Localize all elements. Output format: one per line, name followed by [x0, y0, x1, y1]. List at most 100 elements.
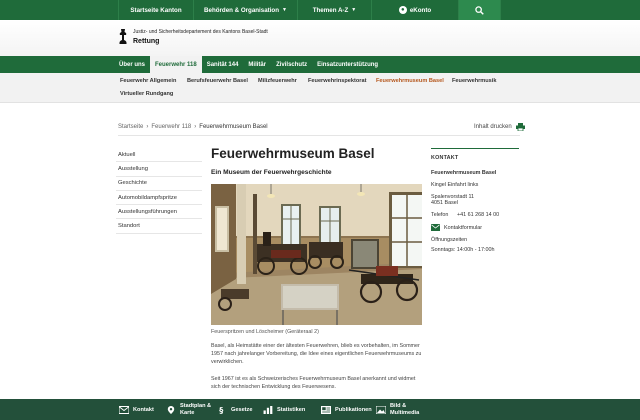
sidebar-item-label: Automobildampfspritze	[118, 194, 177, 201]
sidebar-item-automobildampfspritze[interactable]: Automobildampfspritze	[116, 191, 202, 206]
nav-zivilschutz[interactable]: Zivilschutz	[271, 56, 312, 73]
subnav-feuerwehrmuseum-basel[interactable]: Feuerwehrmuseum Basel	[376, 78, 444, 84]
print-label: Inhalt drucken	[474, 124, 512, 130]
contact-entrance: Kingel Einfahrt links	[431, 182, 479, 188]
subnav-milizfeuerwehr[interactable]: Milizfeuerwehr	[258, 78, 297, 84]
article-paragraph: Basel, als Heimstätte einer der ältesten…	[211, 343, 422, 365]
footer-item-label: Bild &	[390, 403, 407, 409]
nav-feuerwehr-118[interactable]: Feuerwehr 118	[150, 56, 202, 73]
contact-heading: KONTAKT	[431, 155, 459, 161]
user-icon: ●	[398, 6, 407, 14]
topbar-ekonto[interactable]: ● eKonto	[372, 0, 459, 20]
nav-item-label: Sanität 144	[206, 61, 239, 68]
topbar-item-label: Themen A-Z	[312, 6, 349, 14]
svg-text:§: §	[219, 406, 223, 414]
subnav-feuerwehrinspektorat[interactable]: Feuerwehrinspektorat	[308, 78, 366, 84]
mail-icon	[431, 224, 440, 231]
subnav-berufsfeuerwehr-basel[interactable]: Berufsfeuerwehr Basel	[187, 78, 248, 84]
breadcrumb: Startseite › Feuerwehr 118 › Feuerwehrmu…	[118, 124, 268, 130]
topbar-behoerden-organisation[interactable]: Behörden & Organisation ▼	[194, 0, 298, 20]
sidebar-item-label: Ausstellungsführungen	[118, 208, 177, 215]
contact-divider	[431, 148, 519, 149]
print-content-link[interactable]: Inhalt drucken	[474, 123, 525, 131]
nav-militaer[interactable]: Militär	[243, 56, 271, 73]
contact-form-label: Kontaktformular	[444, 224, 483, 231]
footer-item-label: Karte	[180, 409, 195, 416]
nav-ueber-uns[interactable]: Über uns	[114, 56, 150, 73]
footer-publikationen[interactable]: Publikationen	[321, 399, 372, 420]
sidebar-item-ausstellungsfuehrungen[interactable]: Ausstellungsführungen	[116, 205, 202, 220]
breadcrumb-startseite[interactable]: Startseite	[118, 124, 143, 130]
topbar-themen-az[interactable]: Themen A-Z ▼	[298, 0, 372, 20]
breadcrumb-separator: ›	[194, 124, 197, 130]
footer-kontakt[interactable]: Kontakt	[119, 399, 154, 420]
nav-item-label: Über uns	[119, 61, 146, 68]
nav-item-label: Militär	[248, 61, 267, 68]
main-nav: Über uns Feuerwehr 118 Sanität 144 Milit…	[0, 56, 640, 73]
chevron-down-icon: ▼	[282, 7, 287, 13]
subnav-feuerwehrmusik[interactable]: Feuerwehrmusik	[452, 78, 496, 84]
subnav-virtueller-rundgang[interactable]: Virtueller Rundgang	[120, 91, 173, 97]
opening-hours-label: Öffnungszeiten	[431, 237, 468, 243]
article-paragraph: Seit 1967 ist es als Schweizerisches Feu…	[211, 376, 416, 390]
newspaper-icon	[321, 405, 331, 414]
footer-gesetze[interactable]: § Gesetze	[217, 399, 252, 420]
basel-stab-logo[interactable]	[118, 29, 128, 45]
footer-item-label: Kontakt	[133, 406, 154, 413]
footer-item-label: Multimedia	[390, 409, 420, 416]
breadcrumb-current: Feuerwehrmuseum Basel	[199, 124, 268, 130]
footer-bild-multimedia[interactable]: Bild & Multimedia	[376, 399, 419, 420]
sidebar-item-ausstellung[interactable]: Ausstellung	[116, 162, 202, 177]
footer-statistiken[interactable]: Statistiken	[263, 399, 305, 420]
sidebar-item-aktuell[interactable]: Aktuell	[116, 148, 202, 163]
sidebar-item-label: Ausstellung	[118, 165, 148, 172]
image-icon	[376, 405, 386, 414]
topbar-item-label: Behörden & Organisation	[204, 6, 279, 14]
sidebar-item-standort[interactable]: Standort	[116, 219, 202, 234]
breadcrumb-separator: ›	[146, 124, 149, 130]
topbar-item-label: Startseite Kanton	[130, 6, 182, 14]
search-icon	[475, 5, 484, 15]
top-bar-nav: Startseite Kanton Behörden & Organisatio…	[118, 0, 501, 20]
sidebar-nav: Aktuell Ausstellung Geschichte Automobil…	[116, 148, 202, 234]
sub-nav: Feuerwehr Allgemein Berufsfeuerwehr Base…	[0, 73, 640, 103]
topbar-startseite-kanton[interactable]: Startseite Kanton	[118, 0, 194, 20]
site-header: Justiz- und Sicherheitsdepartement des K…	[0, 20, 640, 56]
department-name: Justiz- und Sicherheitsdepartement des K…	[133, 29, 268, 35]
sidebar-item-geschichte[interactable]: Geschichte	[116, 177, 202, 191]
search-button[interactable]	[459, 0, 501, 20]
section-title[interactable]: Rettung	[133, 38, 159, 45]
nav-sanitaet-144[interactable]: Sanität 144	[202, 56, 244, 73]
sidebar-item-label: Aktuell	[118, 151, 136, 158]
top-bar: Startseite Kanton Behörden & Organisatio…	[0, 0, 640, 20]
map-pin-icon	[167, 405, 175, 414]
contact-phone-label: Telefon	[431, 212, 449, 218]
article-lead: Ein Museum der Feuerwehrgeschichte	[211, 169, 332, 176]
sidebar-item-label: Geschichte	[118, 180, 147, 187]
contact-form-link[interactable]: Kontaktformular	[431, 224, 482, 231]
footer-item-label: Stadtplan &	[180, 403, 212, 409]
breadcrumb-divider	[118, 135, 520, 136]
nav-einsatzunterstuetzung[interactable]: Einsatzunterstützung	[312, 56, 383, 73]
subnav-feuerwehr-allgemein[interactable]: Feuerwehr Allgemein	[120, 78, 176, 84]
breadcrumb-feuerwehr-118[interactable]: Feuerwehr 118	[151, 124, 191, 130]
printer-icon	[515, 123, 525, 131]
chevron-down-icon: ▼	[351, 7, 357, 13]
topbar-item-label: eKonto	[409, 6, 432, 14]
footer-item-label: Publikationen	[335, 406, 372, 413]
footer-item-label: Statistiken	[277, 406, 306, 413]
opening-hours: Sonntags: 14:00h - 17:00h	[431, 247, 495, 253]
contact-city: 4051 Basel	[431, 200, 458, 206]
contact-phone-link[interactable]: +41 61 268 14 00	[457, 212, 499, 218]
footer-bar: Kontakt Stadtplan & Karte § Gesetze Stat…	[0, 399, 640, 420]
museum-hall-photo	[211, 184, 422, 325]
photo-caption: Feuerspritzen und Löscheimer (Geräteraal…	[211, 329, 319, 335]
footer-item-label: Gesetze	[231, 406, 253, 413]
footer-stadtplan-karte[interactable]: Stadtplan & Karte	[166, 399, 211, 420]
law-section-icon: §	[219, 406, 223, 414]
nav-item-label: Zivilschutz	[276, 61, 308, 68]
sidebar-item-label: Standort	[118, 223, 140, 230]
bar-chart-icon	[263, 405, 273, 414]
nav-item-label: Feuerwehr 118	[155, 61, 197, 68]
mail-icon	[119, 405, 129, 414]
